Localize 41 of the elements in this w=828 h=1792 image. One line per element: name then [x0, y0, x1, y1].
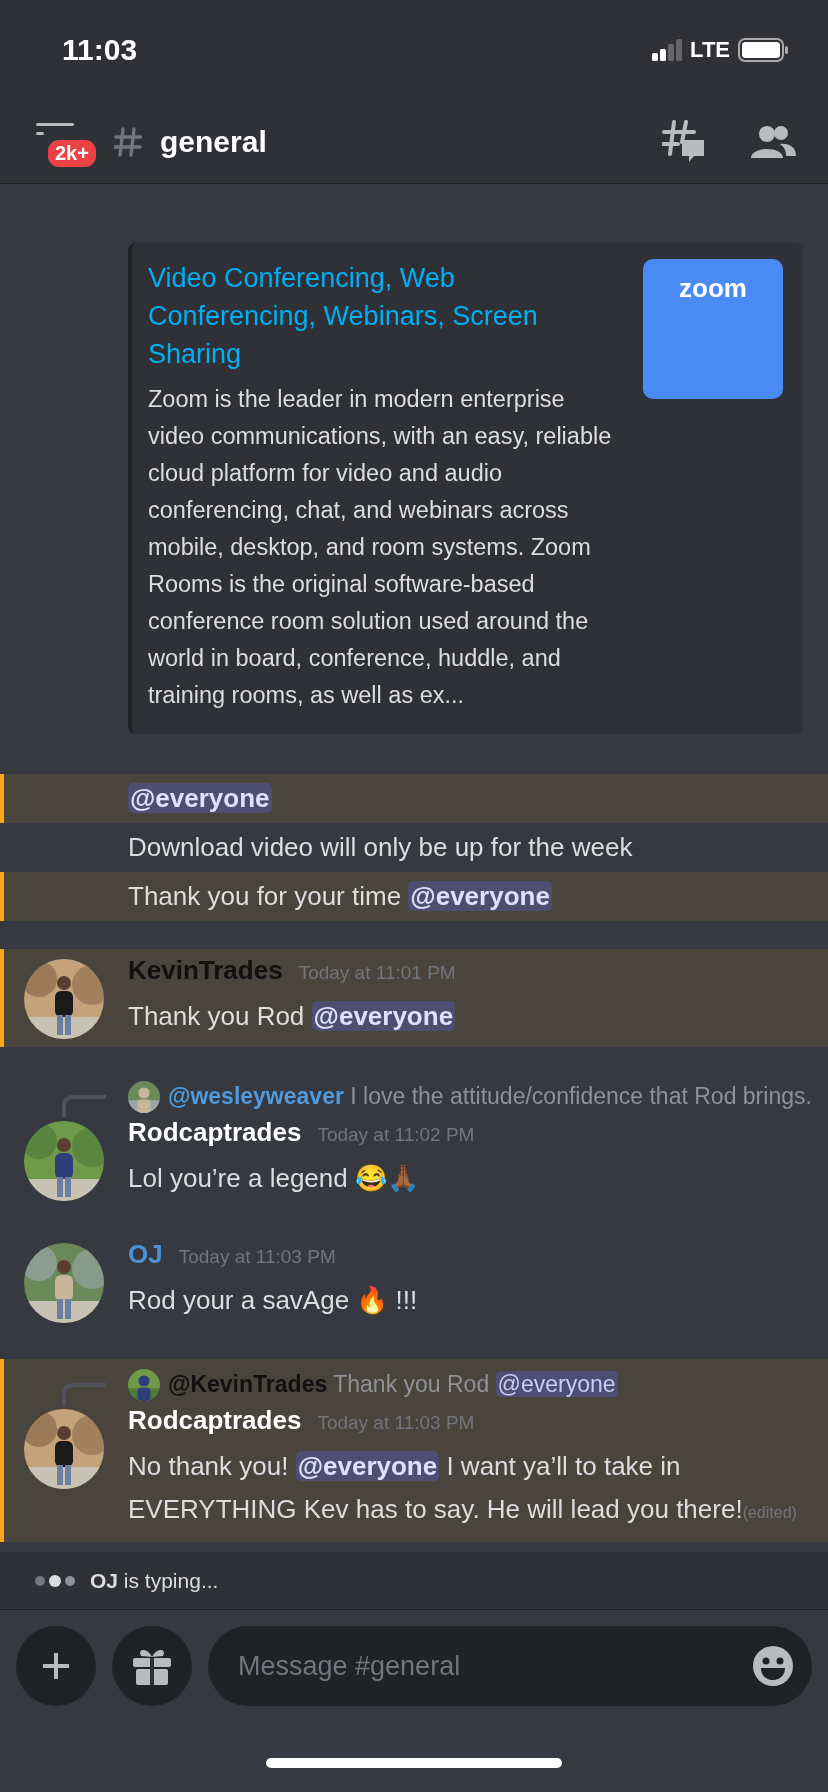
typing-dots-icon [34, 1574, 76, 1587]
signal-icon [652, 39, 683, 61]
message-text: Thank you for your time @everyone [128, 880, 553, 913]
network-label: LTE [690, 37, 730, 63]
timestamp: Today at 11:03 PM [178, 1246, 336, 1268]
embed-description: Zoom is the leader in modern enterprise video communications, with an easy, reliable cloud platform for video and audio conferencing, chat, and webinars across mobile, desktop, and room systems. Zoom Rooms is the original software-based conference room solution used around the world in board, conference, huddle, and training rooms, as well as ex... [148, 385, 613, 710]
hash-icon [114, 126, 142, 157]
edited-label: (edited) [742, 1504, 797, 1521]
message-text: Download video will only be up for the week [128, 831, 634, 864]
timestamp: Today at 11:01 PM [298, 962, 456, 984]
mention-tag[interactable]: @everyone [295, 1451, 440, 1481]
typing-indicator: OJ is typing... [90, 1568, 219, 1593]
message-text: Thank you Rod @everyone [128, 1000, 457, 1033]
author-name[interactable]: Rodcaptrades [128, 1405, 302, 1436]
message-text: Lol you’re a legend 😂🙏🏾 [128, 1162, 420, 1195]
menu-icon[interactable] [36, 121, 74, 136]
reply-connector [62, 1383, 106, 1405]
reply-author[interactable]: @wesleyweaver [168, 1083, 344, 1109]
embed-title-link[interactable]: Video Conferencing, Web Conferencing, Webinars, Screen Sharing [148, 259, 621, 373]
author-name[interactable]: OJ [128, 1239, 163, 1270]
threads-icon[interactable] [662, 119, 706, 164]
message-text: No thank you! @everyone I want ya’ll to take in EVERYTHING Kev has to say. He will lead you there!(edited) [128, 1450, 798, 1526]
reply-preview[interactable]: @KevinTrades Thank you Rod @everyone [168, 1365, 618, 1403]
mention-tag[interactable]: @everyone [495, 1371, 618, 1397]
mention-tag[interactable]: @everyone [128, 783, 272, 813]
message-text: Rod your a savAge 🔥 !!! [128, 1284, 419, 1317]
battery-icon [738, 38, 788, 62]
reply-connector [62, 1095, 106, 1117]
mention-tag[interactable]: @everyone [311, 1001, 456, 1031]
reply-preview[interactable]: @wesleyweaver I love the attitude/confidence that Rod brings. [168, 1077, 812, 1115]
mention-tag[interactable]: @everyone [408, 881, 552, 911]
plus-icon [41, 1651, 71, 1681]
emoji-icon[interactable] [752, 1645, 794, 1687]
message-input[interactable]: Message #general [208, 1626, 812, 1706]
members-icon[interactable] [750, 123, 796, 160]
timestamp: Today at 11:03 PM [317, 1412, 475, 1434]
timestamp: Today at 11:02 PM [317, 1124, 475, 1146]
status-time: 11:03 [62, 33, 138, 67]
channel-name: general [160, 124, 267, 159]
logo-text: zoom [679, 273, 747, 303]
author-name[interactable]: Rodcaptrades [128, 1117, 302, 1148]
